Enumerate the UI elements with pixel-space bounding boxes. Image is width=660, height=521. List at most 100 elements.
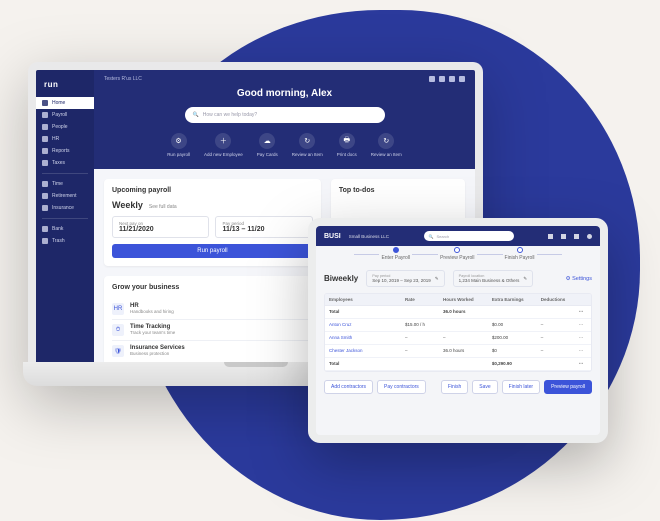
quick-action[interactable]: ↻Review an Item (292, 133, 323, 157)
search-icon: 🔍 (193, 112, 199, 118)
table-cell: $0 (488, 345, 537, 358)
bell-icon[interactable] (561, 234, 566, 239)
row-menu-icon[interactable]: ⋯ (575, 345, 591, 358)
app-logo: BUSI (324, 233, 341, 240)
sidebar-item-payroll[interactable]: Payroll (36, 109, 94, 121)
column-header[interactable]: Employees (325, 294, 401, 306)
table-cell (401, 358, 439, 371)
footer-button[interactable]: Add contractors (324, 380, 373, 394)
step-enter-payroll[interactable]: Enter Payroll (379, 247, 412, 261)
sidebar-item-taxes[interactable]: Taxes (36, 157, 94, 169)
trash-icon (42, 238, 48, 244)
header-icon-group (429, 76, 465, 82)
table-cell (488, 306, 537, 319)
company-context[interactable]: Small Business LLC (349, 234, 389, 239)
column-header[interactable] (575, 294, 591, 306)
row-menu-icon[interactable]: ⋯ (575, 319, 591, 332)
sidebar-item-reports[interactable]: Reports (36, 145, 94, 157)
footer-button[interactable]: Pay contractors (377, 380, 426, 394)
column-header[interactable]: Extra Earnings (488, 294, 537, 306)
help-icon[interactable] (574, 234, 579, 239)
schedule-title: Biweekly (324, 274, 358, 283)
row-menu-icon[interactable]: ⋯ (575, 306, 591, 319)
table-cell: 36.0 hours (439, 345, 488, 358)
quick-action[interactable]: ⚙Run payroll (167, 133, 190, 157)
footer-button[interactable]: Save (472, 380, 497, 394)
footer-button[interactable]: Finish (441, 380, 468, 394)
pay-period-field[interactable]: Pay period Sep 10, 2019 – Sep 23, 2019 ✎ (366, 270, 444, 287)
table-row: Chester Jackson–36.0 hours$0–⋯ (325, 345, 591, 358)
taxes-icon (42, 160, 48, 166)
card-heading: Upcoming payroll (112, 187, 313, 194)
column-header[interactable]: Deductions (537, 294, 575, 306)
quick-action[interactable]: ↻Review an Item (371, 133, 402, 157)
company-context[interactable]: Testers R'us LLC (104, 76, 142, 82)
grid-icon[interactable] (548, 234, 553, 239)
quick-actions: ⚙Run payroll ＋Add new Employee ☁Pay Cards ↻… (104, 133, 465, 157)
greeting: Good morning, Alex (104, 88, 465, 99)
pencil-icon[interactable]: ✎ (435, 276, 439, 282)
table-row: Total 36.0 hours ⋯ (325, 306, 591, 319)
profile-icon[interactable] (587, 234, 592, 239)
column-header[interactable]: Hours Worked (439, 294, 488, 306)
sidebar-item-bank[interactable]: Bank (36, 223, 94, 235)
quick-action[interactable]: ☁Pay Cards (257, 133, 278, 157)
people-icon (42, 124, 48, 130)
table-cell[interactable]: Chester Jackson (325, 345, 401, 358)
profile-icon[interactable] (459, 76, 465, 82)
payroll-sublink[interactable]: See full data (149, 204, 177, 210)
step-finish-payroll[interactable]: Finish Payroll (503, 247, 537, 261)
table-row: Anton Cruz$15.00 / h$0.00–⋯ (325, 319, 591, 332)
sidebar-item-retirement[interactable]: Retirement (36, 190, 94, 202)
sidebar-item-people[interactable]: People (36, 121, 94, 133)
employees-table: EmployeesRateHours WorkedExtra EarningsD… (324, 293, 592, 372)
table-cell: Total (325, 358, 401, 371)
search-input[interactable]: 🔍 Search (424, 231, 514, 241)
hr-icon (42, 136, 48, 142)
table-cell[interactable]: Anton Cruz (325, 319, 401, 332)
retirement-icon (42, 193, 48, 199)
row-menu-icon[interactable]: ⋯ (575, 358, 591, 371)
row-menu-icon[interactable]: ⋯ (575, 332, 591, 345)
hero: Testers R'us LLC Good morning, Alex 🔍 Ho… (94, 70, 475, 169)
table-cell: 36.0 hours (439, 306, 488, 319)
settings-icon[interactable]: ⚙ Settings (566, 276, 592, 282)
quick-action[interactable]: 🖶Print docs (337, 133, 357, 157)
help-icon[interactable] (429, 76, 435, 82)
table-cell[interactable]: Anna Smith (325, 332, 401, 345)
location-field[interactable]: Payroll location 1,234 Main Business & O… (453, 270, 534, 287)
footer-button[interactable]: Finish later (502, 380, 540, 394)
search-placeholder: How can we help today? (203, 112, 257, 118)
table-cell: Total (325, 306, 401, 319)
sidebar-item-time[interactable]: Time (36, 178, 94, 190)
table-cell: – (537, 332, 575, 345)
table-cell: – (401, 332, 439, 345)
run-payroll-button[interactable]: Run payroll (112, 244, 313, 258)
notifications-icon[interactable] (439, 76, 445, 82)
step-preview-payroll[interactable]: Preview Payroll (438, 247, 476, 261)
quick-action-icon: ⚙ (171, 133, 187, 149)
quick-action[interactable]: ＋Add new Employee (204, 133, 243, 157)
insurance-icon (42, 205, 48, 211)
search-input[interactable]: 🔍 How can we help today? (185, 107, 385, 123)
sidebar-item-trash[interactable]: Trash (36, 235, 94, 247)
time-icon (42, 181, 48, 187)
payroll-frequency: Weekly (112, 200, 143, 210)
date-box[interactable]: Pay period11/13 – 11/20 (215, 216, 312, 238)
payroll-icon (42, 112, 48, 118)
sidebar: run HomePayrollPeopleHRReportsTaxes Time… (36, 70, 94, 362)
pencil-icon[interactable]: ✎ (523, 276, 527, 282)
column-header[interactable]: Rate (401, 294, 439, 306)
sidebar-item-home[interactable]: Home (36, 97, 94, 109)
sidebar-item-hr[interactable]: HR (36, 133, 94, 145)
date-box[interactable]: Next pay on11/21/2020 (112, 216, 209, 238)
table-cell: – (401, 345, 439, 358)
settings-icon[interactable] (449, 76, 455, 82)
preview-payroll-button[interactable]: Preview payroll (544, 380, 592, 394)
sidebar-item-insurance[interactable]: Insurance (36, 202, 94, 214)
table-cell (401, 306, 439, 319)
grow-item-icon: HR (112, 303, 124, 315)
step-dot-icon (393, 247, 399, 253)
table-cell: – (537, 345, 575, 358)
quick-action-icon: ＋ (215, 133, 231, 149)
